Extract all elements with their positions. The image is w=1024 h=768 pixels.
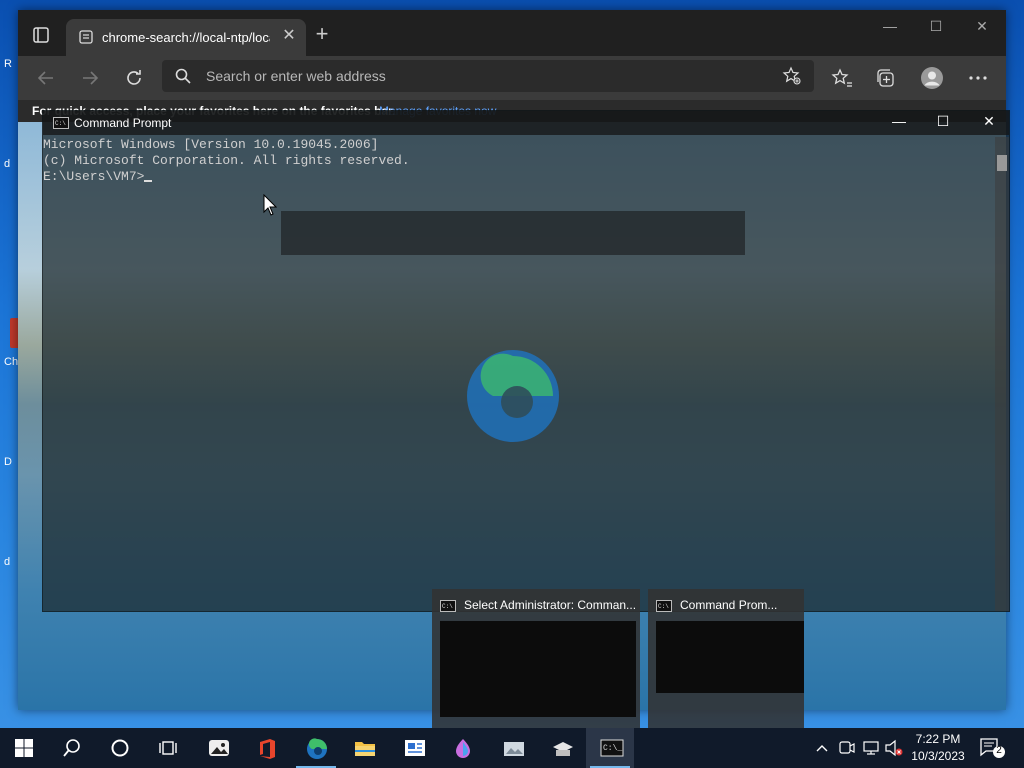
taskbar-file-explorer[interactable] — [340, 728, 388, 768]
thumbnail-header: C:\ Select Administrator: Comman... — [440, 598, 640, 614]
windows-logo-icon — [15, 739, 33, 757]
address-placeholder: Search or enter web address — [206, 68, 386, 84]
network-button[interactable] — [862, 728, 882, 768]
meet-now-button[interactable] — [838, 728, 858, 768]
cmd-icon: C:\ — [53, 117, 69, 129]
search-icon — [63, 739, 80, 757]
minimize-button[interactable]: — — [874, 18, 906, 38]
taskbar-thumbnail-popup: C:\ Select Administrator: Comman... C:\ … — [416, 589, 804, 729]
task-view-icon — [159, 741, 177, 755]
cmd-scrollbar[interactable] — [995, 137, 1009, 611]
network-icon — [863, 741, 879, 755]
paint-icon — [456, 739, 470, 758]
tab-actions-icon[interactable] — [28, 22, 54, 48]
svg-text:C:\: C:\ — [55, 120, 66, 127]
command-prompt-window[interactable]: C:\ Command Prompt — ☐ ✕ Microsoft Windo… — [42, 110, 1010, 612]
desktop-icon-5[interactable]: d — [4, 556, 18, 568]
thumbnail-preview — [440, 621, 636, 717]
page-icon — [78, 29, 94, 45]
cmd-maximize-button[interactable]: ☐ — [923, 113, 963, 133]
cmd-scrollbar-thumb[interactable] — [997, 155, 1007, 171]
add-favorite-icon[interactable] — [782, 66, 802, 86]
thumbnail-preview — [656, 621, 804, 693]
volume-button[interactable] — [884, 728, 904, 768]
search-icon — [174, 67, 192, 85]
folder-icon — [355, 742, 375, 756]
cmd-window-title: Command Prompt — [74, 116, 172, 130]
more-options-icon[interactable] — [966, 66, 990, 90]
action-center-button[interactable]: 2 — [978, 736, 1006, 760]
cortana-icon — [111, 739, 129, 757]
text-cursor — [144, 180, 153, 182]
chevron-up-icon — [816, 745, 828, 752]
back-icon[interactable] — [34, 66, 58, 90]
clock-date: 10/3/2023 — [911, 749, 965, 763]
close-button[interactable]: ✕ — [966, 18, 998, 38]
edge-icon — [307, 738, 327, 759]
collections-icon[interactable] — [874, 66, 898, 90]
taskbar-edge[interactable] — [292, 728, 340, 768]
photos-icon — [209, 740, 229, 756]
desktop-icon-4[interactable]: D — [4, 456, 18, 468]
mouse-pointer-icon — [263, 193, 278, 216]
cmd-line: (c) Microsoft Corporation. All rights re… — [43, 153, 410, 168]
taskbar-news[interactable] — [390, 728, 438, 768]
cmd-icon: C:\ — [440, 600, 456, 612]
thumbnail-admin-cmd[interactable]: C:\ Select Administrator: Comman... — [432, 589, 640, 729]
thumbnail-header: C:\ Command Prom... — [656, 598, 804, 614]
maximize-button[interactable]: ☐ — [920, 18, 952, 38]
browser-tab[interactable]: chrome-search://local-ntp/local-ntp.html… — [66, 19, 306, 56]
svg-text:C:\: C:\ — [442, 603, 453, 610]
cmd-icon: C:\_ — [600, 739, 624, 757]
cmd-minimize-button[interactable]: — — [879, 113, 919, 133]
address-bar[interactable]: Search or enter web address — [162, 60, 814, 92]
desktop-icon-3[interactable]: Ch — [4, 356, 18, 368]
taskbar-app-generic[interactable] — [488, 728, 536, 768]
new-tab-button[interactable]: + — [312, 23, 332, 45]
tab-strip: chrome-search://local-ntp/local-ntp.html… — [18, 10, 1006, 56]
cmd-icon: C:\ — [656, 600, 672, 612]
thumbnail-cmd[interactable]: C:\ Command Prom... — [648, 589, 804, 729]
cmd-close-button[interactable]: ✕ — [969, 113, 1009, 133]
thumbnail-title: Select Administrator: Comman... — [464, 598, 637, 612]
desktop-icon-1[interactable]: R — [4, 58, 18, 70]
notification-count: 2 — [996, 745, 1002, 756]
cortana-button[interactable] — [96, 728, 144, 768]
show-hidden-icons-button[interactable] — [814, 728, 834, 768]
tab-close-icon[interactable]: ✕ — [281, 28, 297, 44]
svg-text:C:\_: C:\_ — [603, 744, 622, 753]
news-icon — [405, 740, 425, 756]
cmd-line: Microsoft Windows [Version 10.0.19045.20… — [43, 137, 379, 152]
taskbar-paint-3d[interactable] — [439, 728, 487, 768]
desktop-icon-2[interactable]: d — [4, 158, 18, 170]
refresh-icon[interactable] — [122, 66, 146, 90]
favorites-icon[interactable] — [830, 66, 854, 90]
task-view-button[interactable] — [144, 728, 192, 768]
taskbar-command-prompt[interactable]: C:\_ — [586, 728, 634, 768]
camera-icon — [839, 741, 855, 754]
taskbar-clock[interactable]: 7:22 PM 10/3/2023 — [906, 731, 970, 765]
cmd-prompt-line: E:\Users\VM7> — [43, 169, 998, 185]
cmd-title-bar[interactable]: C:\ Command Prompt — ☐ ✕ — [43, 111, 1009, 135]
profile-avatar[interactable] — [920, 66, 944, 90]
toolbar: Search or enter web address — [18, 56, 1006, 100]
cmd-console-output[interactable]: Microsoft Windows [Version 10.0.19045.20… — [43, 137, 998, 611]
graduation-cap-icon — [553, 742, 573, 756]
svg-text:C:\: C:\ — [658, 603, 669, 610]
taskbar-office[interactable] — [243, 728, 291, 768]
office-icon — [260, 739, 275, 759]
start-button[interactable] — [0, 728, 48, 768]
taskbar-photos[interactable] — [194, 728, 242, 768]
thumbnail-title: Command Prom... — [680, 598, 778, 612]
cmd-prompt: E:\Users\VM7> — [43, 169, 145, 184]
clock-time: 7:22 PM — [915, 732, 961, 746]
search-button[interactable] — [48, 728, 96, 768]
app-icon — [504, 742, 524, 756]
volume-muted-icon — [885, 739, 903, 757]
tab-title: chrome-search://local-ntp/local-ntp.html — [102, 30, 270, 45]
forward-icon[interactable] — [78, 66, 102, 90]
taskbar-settings-hub[interactable] — [537, 728, 585, 768]
taskbar: C:\_ 7:22 PM 10/3/2023 2 — [0, 728, 1024, 768]
